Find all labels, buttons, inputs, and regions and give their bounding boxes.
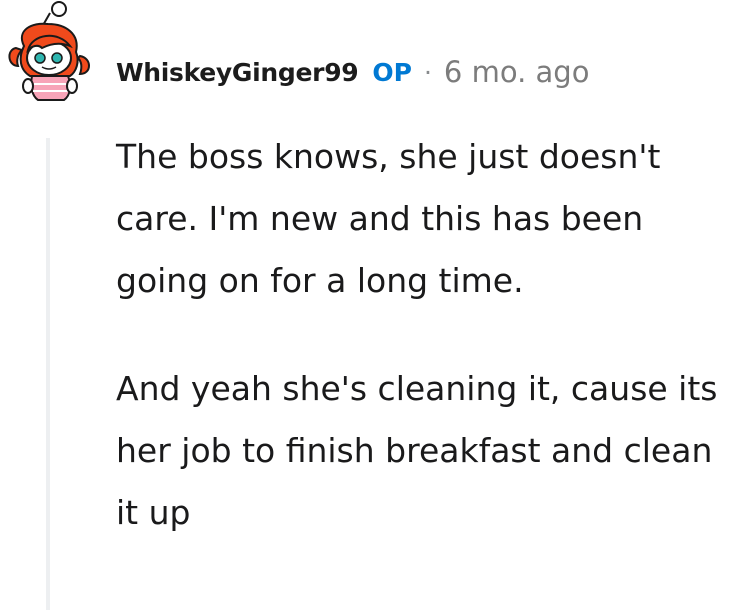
username-link[interactable]: WhiskeyGinger99 [116,58,359,87]
comment-paragraph: And yeah she's cleaning it, cause its he… [116,369,718,532]
comment-header: WhiskeyGinger99 OP · 6 mo. ago [116,52,589,92]
separator-dot: · [423,57,432,87]
avatar[interactable] [2,0,98,112]
thread-collapse-line[interactable] [46,138,50,610]
comment: WhiskeyGinger99 OP · 6 mo. ago The boss … [0,0,746,610]
comment-body: The boss knows, she just doesn't care. I… [116,126,736,544]
comment-paragraph: The boss knows, she just doesn't care. I… [116,137,661,300]
op-badge: OP [372,57,412,87]
snoo-avatar-icon [8,1,90,101]
timestamp[interactable]: 6 mo. ago [444,55,590,89]
